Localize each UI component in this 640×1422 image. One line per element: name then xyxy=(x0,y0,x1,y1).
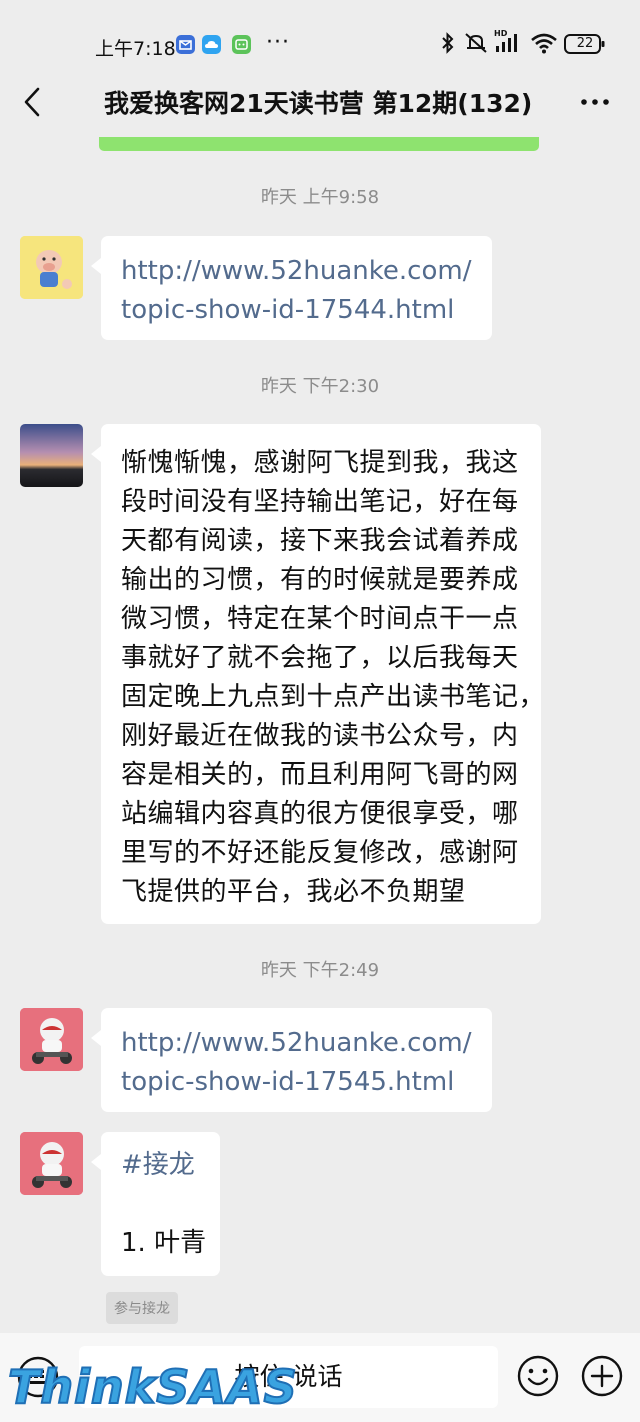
svg-text:HD: HD xyxy=(494,29,508,38)
wifi-icon xyxy=(530,32,558,58)
chat-title: 我爱换客网21天读书营 第12期(132) xyxy=(104,89,533,118)
more-dots-icon xyxy=(581,99,609,105)
link-text-line: http://www.52huanke.com/ xyxy=(121,256,472,286)
message-line: 里写的不好还能反复修改，感谢阿 xyxy=(121,838,519,868)
message-line: 事就好了就不会拖了，以后我每天 xyxy=(121,643,519,673)
back-button[interactable] xyxy=(18,80,48,124)
plus-circle-icon xyxy=(581,1355,623,1397)
emoji-button[interactable] xyxy=(516,1354,560,1398)
announcement-bar[interactable] xyxy=(99,137,539,151)
chat-app-icon xyxy=(232,35,251,54)
watermark-logo: ThinkSAAS xyxy=(7,1359,298,1415)
chat-info-button[interactable] xyxy=(576,80,616,124)
message-line: 段时间没有坚持输出笔记，好在每 xyxy=(121,487,519,517)
message-line: 站编辑内容真的很方便很享受，哪 xyxy=(121,799,519,829)
message-line: 输出的习惯，有的时候就是要养成 xyxy=(121,565,519,595)
solitaire-hashtag[interactable]: #接龙 xyxy=(121,1146,200,1185)
message-line: 微习惯，特定在某个时间点干一点 xyxy=(121,604,519,634)
message-line: 容是相关的，而且利用阿飞哥的网 xyxy=(121,760,519,790)
link-text-line: topic-show-id-17545.html xyxy=(121,1067,455,1097)
signal-icon: HD xyxy=(494,28,524,58)
chevron-left-icon xyxy=(24,87,40,117)
more-notifications-icon: ··· xyxy=(266,30,290,55)
chat-header: 我爱换客网21天读书营 第12期(132) xyxy=(0,78,640,126)
message-timestamp: 昨天 下午2:30 xyxy=(260,376,380,397)
avatar[interactable] xyxy=(20,1132,83,1195)
emoji-icon xyxy=(517,1355,559,1397)
avatar[interactable] xyxy=(20,424,83,487)
text-message-bubble[interactable]: 惭愧惭愧，感谢阿飞提到我，我这 段时间没有坚持输出笔记，好在每 天都有阅读，接下… xyxy=(91,424,546,924)
message-line: 固定晚上九点到十点产出读书笔记， xyxy=(121,682,546,712)
status-time: 上午7:18 xyxy=(95,38,176,60)
bluetooth-icon xyxy=(440,32,456,58)
solitaire-entry: 1. 叶青 xyxy=(121,1228,207,1258)
link-text-line: http://www.52huanke.com/ xyxy=(121,1028,472,1058)
message-timestamp: 昨天 下午2:49 xyxy=(260,960,380,981)
message-line: 刚好最近在做我的读书公众号，内 xyxy=(121,721,519,751)
solitaire-message-bubble[interactable]: #接龙 1. 叶青 xyxy=(91,1132,220,1276)
link-message-bubble[interactable]: http://www.52huanke.com/ topic-show-id-1… xyxy=(91,1008,492,1112)
message-line: 飞提供的平台，我必不负期望 xyxy=(121,877,466,907)
mute-icon xyxy=(464,32,490,58)
avatar[interactable] xyxy=(20,1008,83,1071)
battery-level: 22 xyxy=(576,36,594,51)
message-line: 天都有阅读，接下来我会试着养成 xyxy=(121,526,519,556)
message-line: 惭愧惭愧，感谢阿飞提到我，我这 xyxy=(121,448,519,478)
more-actions-button[interactable] xyxy=(580,1354,624,1398)
link-text-line: topic-show-id-17544.html xyxy=(121,295,455,325)
link-message-bubble[interactable]: http://www.52huanke.com/ topic-show-id-1… xyxy=(91,236,492,340)
message-timestamp: 昨天 上午9:58 xyxy=(260,187,380,208)
cloud-app-icon xyxy=(202,35,221,54)
avatar[interactable] xyxy=(20,236,83,299)
status-bar: 上午7:18 ··· HD 22 xyxy=(0,0,640,78)
join-solitaire-button[interactable]: 参与接龙 xyxy=(106,1292,178,1324)
mail-app-icon xyxy=(176,35,195,54)
